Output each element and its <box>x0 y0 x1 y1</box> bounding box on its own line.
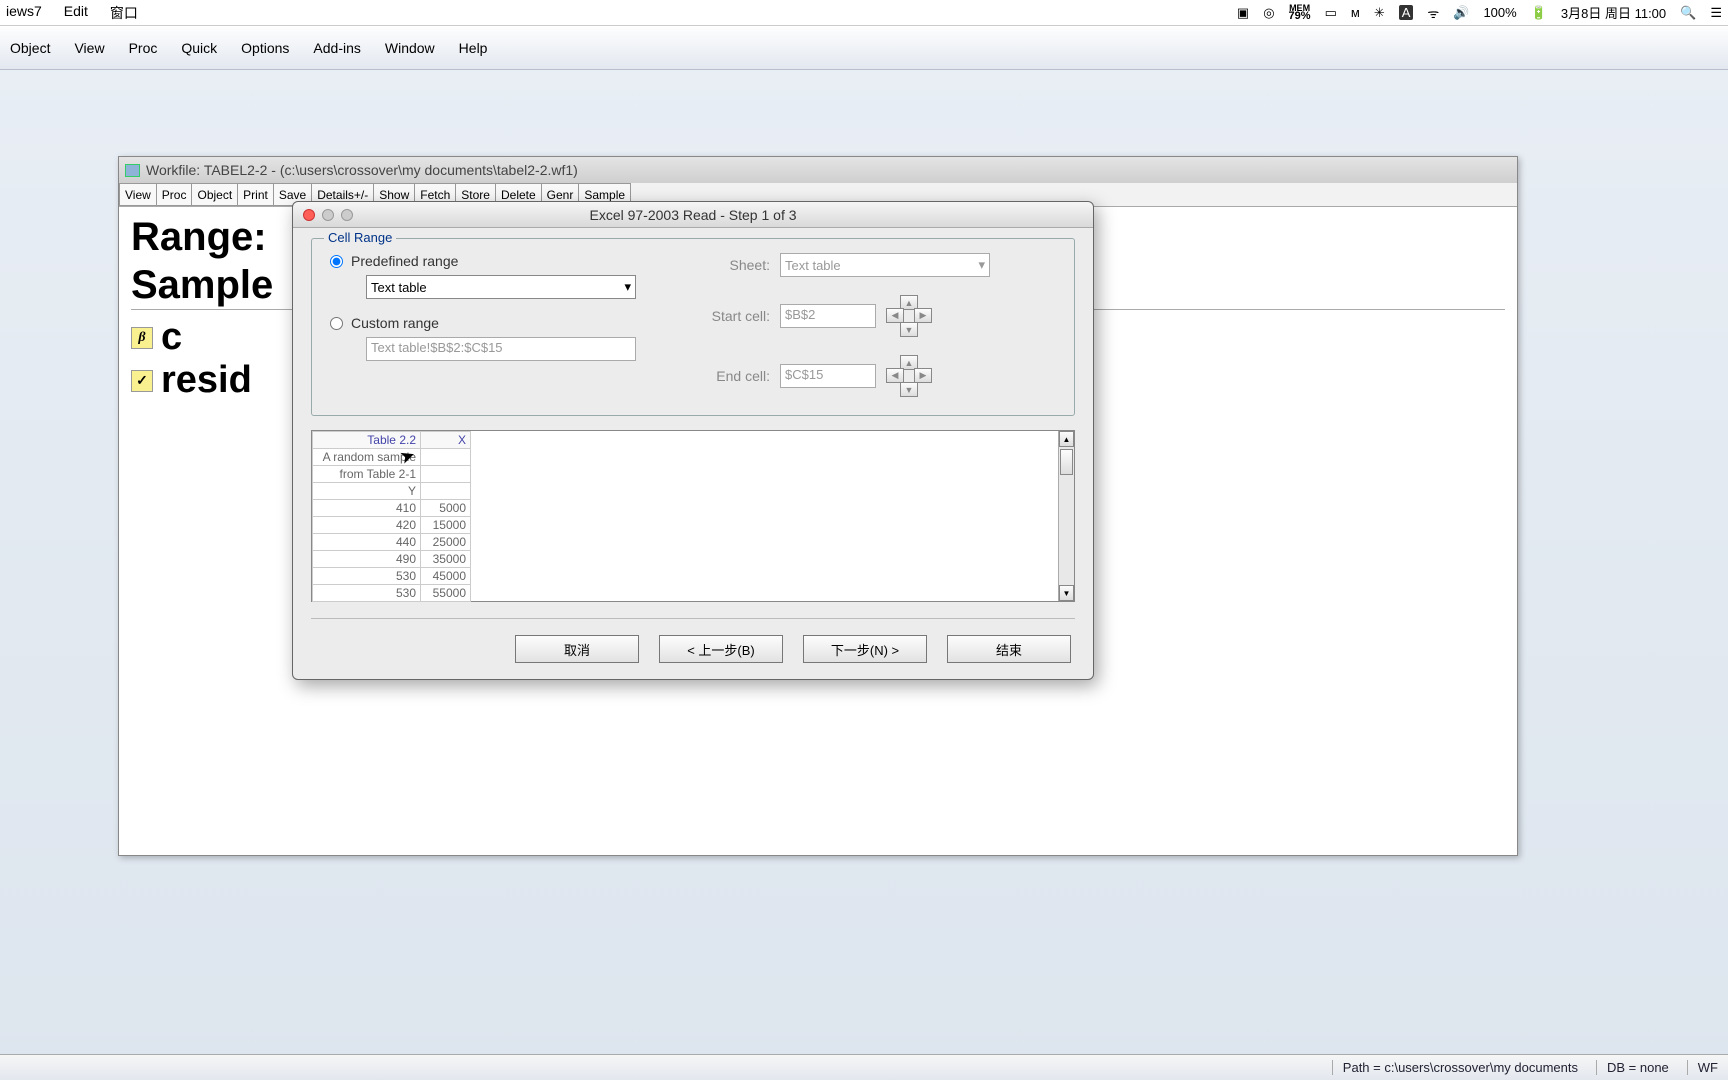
nav-down-button[interactable]: ▼ <box>900 382 918 397</box>
dialog-title-text: Excel 97-2003 Read - Step 1 of 3 <box>589 207 796 223</box>
wifi-icon[interactable]: ᯤ <box>1427 4 1439 22</box>
workfile-icon <box>125 164 140 177</box>
table-row: 53045000 <box>313 568 471 585</box>
scroll-thumb[interactable] <box>1060 449 1073 475</box>
preview-sub-1: A random sample <box>313 449 421 466</box>
status-wf: WF <box>1687 1060 1718 1075</box>
menu-help[interactable]: Help <box>459 40 488 56</box>
excel-import-dialog: Excel 97-2003 Read - Step 1 of 3 Cell Ra… <box>292 201 1094 680</box>
spotlight-icon[interactable]: 🔍 <box>1680 5 1696 21</box>
nav-down-button[interactable]: ▼ <box>900 322 918 337</box>
sheet-label: Sheet: <box>700 257 770 273</box>
mac-menu-window[interactable]: 窗口 <box>110 3 138 23</box>
nav-right-button[interactable]: ▶ <box>914 308 932 323</box>
start-cell-input[interactable]: $B$2 <box>780 304 876 328</box>
status-db: DB = none <box>1596 1060 1669 1075</box>
dialog-titlebar[interactable]: Excel 97-2003 Read - Step 1 of 3 <box>293 202 1093 228</box>
end-cell-nav: ▲ ◀ ▶ ▼ <box>886 355 932 397</box>
screen-record-icon[interactable]: ▣ <box>1237 5 1249 21</box>
tray-icon-1[interactable]: ▭ <box>1325 5 1337 21</box>
start-cell-nav: ▲ ◀ ▶ ▼ <box>886 295 932 337</box>
scroll-up-button[interactable]: ▲ <box>1059 431 1074 447</box>
chevron-down-icon: ▾ <box>624 279 631 295</box>
menu-window[interactable]: Window <box>385 40 435 56</box>
custom-range-input[interactable]: Text table!$B$2:$C$15 <box>366 337 636 361</box>
custom-radio[interactable] <box>330 317 343 330</box>
menu-view[interactable]: View <box>74 40 104 56</box>
preview-scrollbar[interactable]: ▲ ▼ <box>1058 431 1074 601</box>
menu-quick[interactable]: Quick <box>181 40 217 56</box>
input-source-icon[interactable]: A <box>1399 5 1414 20</box>
back-button[interactable]: < 上一步(B) <box>659 635 783 663</box>
volume-icon[interactable]: 🔊 <box>1453 5 1469 21</box>
check-icon: ✓ <box>131 370 153 392</box>
sync-icon[interactable]: ◎ <box>1263 5 1274 21</box>
datetime[interactable]: 3月8日 周日 11:00 <box>1561 3 1666 22</box>
sheet-select[interactable]: Text table ▾ <box>780 253 990 277</box>
predefined-select[interactable]: Text table ▾ <box>366 275 636 299</box>
status-bar: Path = c:\users\crossover\my documents D… <box>0 1054 1728 1080</box>
battery-icon[interactable]: 🔋 <box>1531 5 1547 21</box>
group-legend: Cell Range <box>324 230 396 245</box>
app-menubar: Object View Proc Quick Options Add-ins W… <box>0 26 1728 70</box>
data-preview: Table 2.2X A random sample from Table 2-… <box>311 430 1075 602</box>
minimize-icon[interactable] <box>322 209 334 221</box>
preview-sub-3: Y <box>313 483 421 500</box>
preview-table: Table 2.2X A random sample from Table 2-… <box>312 431 471 602</box>
battery-text: 100% <box>1483 5 1516 20</box>
wf-btn-print[interactable]: Print <box>237 183 273 206</box>
finish-button[interactable]: 结束 <box>947 635 1071 663</box>
zoom-icon[interactable] <box>341 209 353 221</box>
bluetooth-icon[interactable]: ✳ <box>1374 5 1385 21</box>
next-button[interactable]: 下一步(N) > <box>803 635 927 663</box>
table-row: 4105000 <box>313 500 471 517</box>
predefined-radio[interactable] <box>330 255 343 268</box>
nav-left-button[interactable]: ◀ <box>886 368 904 383</box>
dialog-divider <box>311 618 1075 619</box>
start-cell-label: Start cell: <box>700 308 770 324</box>
cancel-button[interactable]: 取消 <box>515 635 639 663</box>
table-row: 49035000 <box>313 551 471 568</box>
beta-icon: β <box>131 327 153 349</box>
menu-options[interactable]: Options <box>241 40 289 56</box>
preview-sub-2: from Table 2-1 <box>313 466 421 483</box>
end-cell-label: End cell: <box>700 368 770 384</box>
mac-menu-edit[interactable]: Edit <box>64 3 88 23</box>
table-row: 44025000 <box>313 534 471 551</box>
memory-badge[interactable]: MEM 79% <box>1289 5 1311 21</box>
table-row: 42015000 <box>313 517 471 534</box>
menu-proc[interactable]: Proc <box>129 40 158 56</box>
wf-btn-proc[interactable]: Proc <box>156 183 192 206</box>
tray-icon-2[interactable]: ᴍ <box>1351 5 1360 20</box>
nav-left-button[interactable]: ◀ <box>886 308 904 323</box>
wf-btn-view[interactable]: View <box>119 183 156 206</box>
menu-icon[interactable]: ☰ <box>1710 5 1722 21</box>
close-icon[interactable] <box>303 209 315 221</box>
chevron-down-icon: ▾ <box>978 257 985 273</box>
end-cell-input[interactable]: $C$15 <box>780 364 876 388</box>
status-path: Path = c:\users\crossover\my documents <box>1332 1060 1578 1075</box>
nav-right-button[interactable]: ▶ <box>914 368 932 383</box>
table-row: 53055000 <box>313 585 471 602</box>
mac-app-name[interactable]: iews7 <box>6 3 42 23</box>
workfile-titlebar[interactable]: Workfile: TABEL2-2 - (c:\users\crossover… <box>119 157 1517 183</box>
workfile-title-text: Workfile: TABEL2-2 - (c:\users\crossover… <box>146 162 578 178</box>
menu-addins[interactable]: Add-ins <box>313 40 360 56</box>
wf-btn-object[interactable]: Object <box>191 183 237 206</box>
scroll-down-button[interactable]: ▼ <box>1059 585 1074 601</box>
custom-label: Custom range <box>351 315 439 331</box>
cell-range-group: Cell Range Predefined range Text table ▾ <box>311 238 1075 416</box>
predefined-label: Predefined range <box>351 253 458 269</box>
app-window: Object View Proc Quick Options Add-ins W… <box>0 26 1728 1080</box>
mac-menubar: iews7 Edit 窗口 ▣ ◎ MEM 79% ▭ ᴍ ✳ A ᯤ 🔊 10… <box>0 0 1728 26</box>
preview-header-2: X <box>421 432 471 449</box>
menu-object[interactable]: Object <box>10 40 50 56</box>
preview-header-1: Table 2.2 <box>313 432 421 449</box>
